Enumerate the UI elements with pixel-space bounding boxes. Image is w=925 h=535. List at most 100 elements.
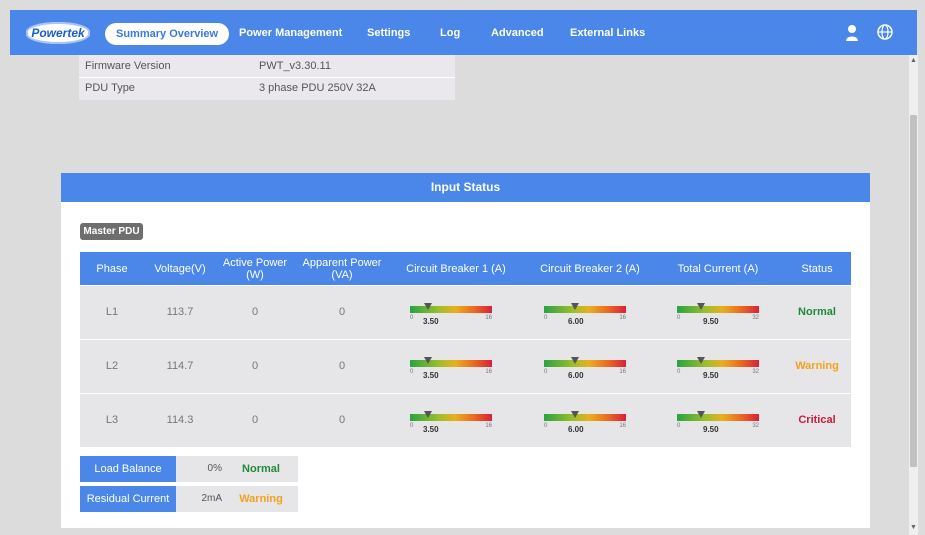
table-row: L3 114.3 0 0 0 16 3.50 0 16 6.00 0 32 9.…	[80, 394, 851, 447]
nav-log[interactable]: Log	[440, 26, 460, 40]
status-badge: Warning	[795, 360, 839, 372]
col-header-phase: Phase	[96, 262, 128, 275]
gauge-min: 0	[677, 315, 681, 321]
gauge-bar	[544, 306, 626, 313]
vertical-scrollbar[interactable]: ▲ ▼	[909, 55, 918, 535]
col-header-status: Status	[801, 262, 833, 275]
col-header-cb1: Circuit Breaker 1 (A)	[406, 262, 506, 275]
residual-current-label: Residual Current	[80, 486, 176, 512]
scroll-up-arrow-icon[interactable]: ▲	[909, 57, 918, 65]
load-balance-label: Load Balance	[80, 456, 176, 482]
total-current-gauge: 0 32 9.50	[677, 408, 759, 434]
gauge-pointer-icon	[697, 303, 706, 310]
table-row: L2 114.7 0 0 0 16 3.50 0 16 6.00 0 32 9.…	[80, 340, 851, 393]
gauge-value: 3.50	[423, 317, 439, 326]
gauge-bar	[677, 414, 759, 421]
load-balance-value-box: 0% Normal	[176, 456, 298, 482]
master-pdu-badge[interactable]: Master PDU	[80, 223, 143, 240]
table-row: L1 113.7 0 0 0 16 3.50 0 16 6.00 0 32 9.…	[80, 286, 851, 339]
col-header-active-power: Active Power (W)	[222, 256, 288, 281]
active-power-cell: 0	[251, 414, 259, 426]
gauge-value: 9.50	[703, 317, 719, 326]
gauge-value: 6.00	[568, 317, 584, 326]
gauge-bar	[410, 360, 492, 367]
gauge-pointer-icon	[570, 411, 579, 418]
gauge-min: 0	[677, 369, 681, 375]
active-power-cell: 0	[251, 306, 259, 318]
gauge-value: 3.50	[423, 371, 439, 380]
input-status-table-header: Phase Voltage(V) Active Power (W) Appare…	[80, 252, 851, 285]
info-label: PDU Type	[85, 82, 135, 94]
gauge-pointer-icon	[423, 357, 432, 364]
nav-settings[interactable]: Settings	[367, 26, 410, 40]
gauge-min: 0	[410, 423, 414, 429]
phase-cell: L2	[105, 360, 119, 372]
gauge-pointer-icon	[423, 303, 432, 310]
gauge-max: 16	[485, 369, 492, 375]
info-value: 3 phase PDU 250V 32A	[259, 82, 376, 94]
phase-cell: L1	[105, 306, 119, 318]
top-navigation-bar: Powertek Summary Overview Power Manageme…	[10, 10, 917, 55]
gauge-max: 16	[485, 423, 492, 429]
gauge-max: 32	[752, 423, 759, 429]
gauge-pointer-icon	[570, 303, 579, 310]
gauge-max: 16	[485, 315, 492, 321]
gauge-value: 6.00	[568, 425, 584, 434]
cb2-gauge: 0 16 6.00	[544, 408, 626, 434]
scroll-thumb[interactable]	[910, 115, 917, 467]
gauge-max: 32	[752, 315, 759, 321]
active-power-cell: 0	[251, 360, 259, 372]
powertek-logo[interactable]: Powertek	[26, 22, 90, 44]
gauge-min: 0	[410, 315, 414, 321]
gauge-bar	[410, 306, 492, 313]
gauge-value: 9.50	[703, 425, 719, 434]
gauge-pointer-icon	[423, 411, 432, 418]
gauge-max: 16	[619, 315, 626, 321]
load-balance-value: 0%	[207, 463, 222, 474]
apparent-power-cell: 0	[338, 414, 346, 426]
cb1-gauge: 0 16 3.50	[410, 408, 492, 434]
gauge-bar	[410, 414, 492, 421]
load-balance-status: Normal	[242, 463, 280, 475]
info-label: Firmware Version	[85, 60, 171, 72]
status-badge: Normal	[798, 306, 836, 318]
gauge-bar	[544, 414, 626, 421]
total-current-gauge: 0 32 9.50	[677, 300, 759, 326]
apparent-power-cell: 0	[338, 306, 346, 318]
gauge-value: 3.50	[423, 425, 439, 434]
voltage-cell: 114.3	[166, 414, 194, 426]
residual-current-value: 2mA	[201, 493, 222, 504]
nav-summary-overview[interactable]: Summary Overview	[105, 23, 230, 45]
gauge-min: 0	[544, 369, 548, 375]
info-row-firmware: Firmware Version PWT_v3.30.11	[79, 55, 455, 78]
col-header-voltage: Voltage(V)	[154, 262, 206, 275]
col-header-cb2: Circuit Breaker 2 (A)	[540, 262, 640, 275]
gauge-min: 0	[677, 423, 681, 429]
gauge-value: 6.00	[568, 371, 584, 380]
gauge-value: 9.50	[703, 371, 719, 380]
gauge-bar	[544, 360, 626, 367]
gauge-min: 0	[410, 369, 414, 375]
globe-icon[interactable]	[876, 23, 894, 41]
info-value: PWT_v3.30.11	[259, 60, 331, 72]
cb1-gauge: 0 16 3.50	[410, 300, 492, 326]
gauge-bar	[677, 360, 759, 367]
cb1-gauge: 0 16 3.50	[410, 354, 492, 380]
gauge-min: 0	[544, 315, 548, 321]
info-row-pdu-type: PDU Type 3 phase PDU 250V 32A	[79, 77, 455, 99]
input-status-title: Input Status	[61, 173, 870, 202]
gauge-bar	[677, 306, 759, 313]
gauge-max: 32	[752, 369, 759, 375]
phase-cell: L3	[105, 414, 119, 426]
nav-external-links[interactable]: External Links	[570, 26, 645, 40]
col-header-total-current: Total Current (A)	[677, 262, 759, 275]
user-icon[interactable]	[845, 24, 859, 41]
gauge-max: 16	[619, 423, 626, 429]
nav-power-management[interactable]: Power Management	[239, 26, 342, 40]
scroll-down-arrow-icon[interactable]: ▼	[909, 524, 918, 532]
gauge-pointer-icon	[697, 411, 706, 418]
gauge-pointer-icon	[570, 357, 579, 364]
cb2-gauge: 0 16 6.00	[544, 300, 626, 326]
voltage-cell: 114.7	[166, 360, 194, 372]
nav-advanced[interactable]: Advanced	[491, 26, 544, 40]
